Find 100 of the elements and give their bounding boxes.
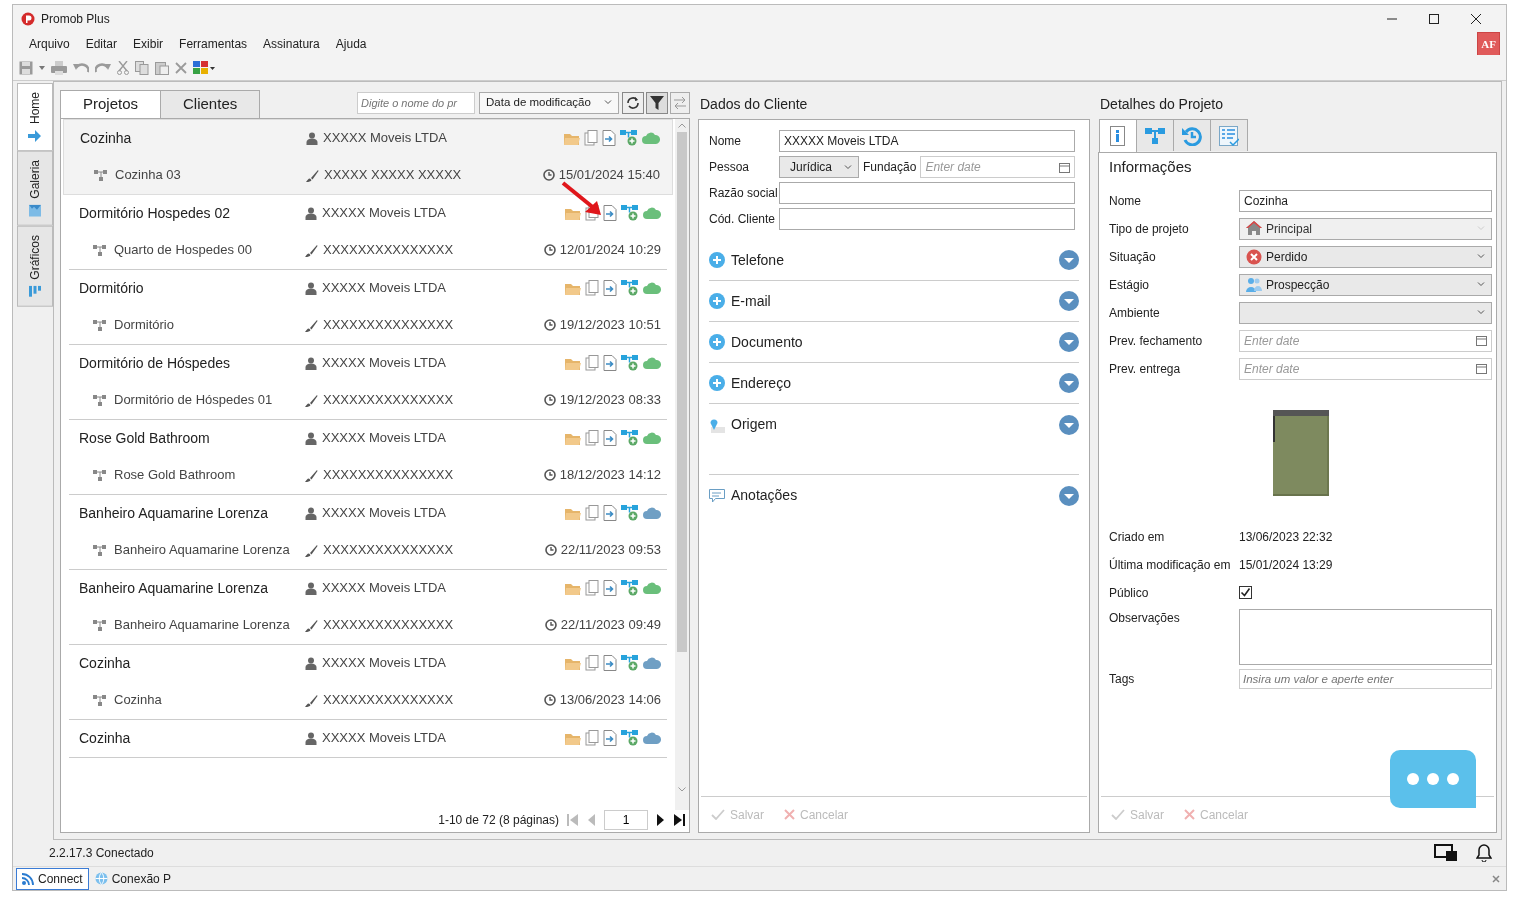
branch-add-icon[interactable]	[620, 130, 638, 146]
export-icon[interactable]	[603, 505, 617, 521]
export-icon[interactable]	[603, 280, 617, 296]
project-item[interactable]: Banheiro Aquamarine Lorenza XXXXX Moveis LTDA Banheiro Aquamarine Lorenza XXXXXXXXXXXXXXX 22/11/2023 09:49	[69, 569, 667, 645]
add-icon[interactable]	[709, 334, 725, 350]
save-icon[interactable]	[19, 60, 33, 75]
export-icon[interactable]	[603, 655, 617, 671]
branch-add-icon[interactable]	[621, 280, 639, 296]
menu-item[interactable]: Assinatura	[255, 33, 328, 55]
cloud-icon[interactable]	[643, 507, 661, 519]
cloud-icon[interactable]	[643, 207, 661, 219]
project-item[interactable]: Cozinha XXXXX Moveis LTDA Cozinha XXXXXXXXXXXXXXX 13/06/2023 14:06	[69, 644, 667, 720]
search-field[interactable]: Digite o nome do pr	[357, 91, 475, 114]
copy-icon[interactable]	[585, 355, 599, 371]
scroll-up-icon[interactable]	[678, 122, 686, 128]
paste-icon[interactable]	[155, 60, 169, 75]
copy-icon[interactable]	[584, 130, 598, 146]
copy-icon[interactable]	[585, 430, 599, 446]
folder-icon[interactable]	[565, 731, 581, 745]
cloud-icon[interactable]	[643, 282, 661, 294]
refresh-button[interactable]	[622, 91, 644, 114]
copy-icon[interactable]	[585, 730, 599, 746]
caret-icon[interactable]	[39, 65, 45, 70]
folder-icon[interactable]	[565, 431, 581, 445]
cut-icon[interactable]	[117, 60, 129, 75]
tags-field[interactable]: Insira um valor e aperte enter	[1239, 668, 1492, 689]
maximize-icon[interactable]	[1428, 13, 1440, 25]
last-page-icon[interactable]	[673, 814, 685, 826]
expand-icon[interactable]	[1059, 485, 1079, 506]
close-icon[interactable]	[1470, 13, 1482, 25]
copy-icon[interactable]	[135, 60, 149, 75]
bottom-tab[interactable]: Connect	[16, 867, 89, 890]
cloud-icon[interactable]	[643, 582, 661, 594]
add-icon[interactable]	[709, 293, 725, 309]
copy-icon[interactable]	[585, 655, 599, 671]
redo-icon[interactable]	[95, 61, 111, 74]
side-tab[interactable]: Galeria	[17, 151, 53, 226]
branch-add-icon[interactable]	[621, 655, 639, 671]
branch-add-icon[interactable]	[621, 355, 639, 371]
branch-add-icon[interactable]	[621, 580, 639, 596]
dropdown[interactable]: Prospecção	[1239, 273, 1492, 296]
cloud-icon[interactable]	[643, 432, 661, 444]
project-item[interactable]: Cozinha XXXXX Moveis LTDA Cozinha 03 XXXXX XXXXX XXXXX 15/01/2024 15:40	[63, 118, 673, 195]
copy-icon[interactable]	[585, 280, 599, 296]
menu-item[interactable]: Ajuda	[327, 33, 375, 55]
copy-icon[interactable]	[585, 580, 599, 596]
menu-item[interactable]: Ferramentas	[171, 33, 256, 55]
chat-button[interactable]	[1390, 750, 1476, 808]
tab[interactable]: Projetos	[60, 90, 162, 118]
print-icon[interactable]	[51, 60, 67, 75]
menu-item[interactable]: Editar	[77, 33, 126, 55]
menu-item[interactable]: Exibir	[125, 33, 172, 55]
panel-tab[interactable]	[1210, 119, 1248, 151]
export-icon[interactable]	[603, 430, 617, 446]
first-page-icon[interactable]	[567, 814, 579, 826]
text-field[interactable]: Cozinha	[1239, 189, 1492, 212]
menu-item[interactable]: Arquivo	[21, 33, 78, 55]
add-icon[interactable]	[709, 252, 725, 268]
expand-icon[interactable]	[1059, 332, 1079, 352]
tab[interactable]: Clientes	[160, 90, 261, 118]
branch-add-icon[interactable]	[621, 505, 639, 521]
previous-page-icon[interactable]	[587, 814, 596, 826]
folder-icon[interactable]	[565, 356, 581, 370]
folder-icon[interactable]	[565, 581, 581, 595]
text-field[interactable]	[779, 182, 1075, 204]
expand-icon[interactable]	[1059, 250, 1079, 270]
project-item[interactable]: Dormitório Hospedes 02 XXXXX Moveis LTDA Quarto de Hospedes 00 XXXXXXXXXXXXXXX 12/01/2024 10:29	[69, 194, 667, 270]
project-item[interactable]: Rose Gold Bathroom XXXXX Moveis LTDA Rose Gold Bathroom XXXXXXXXXXXXXXX 18/12/2023 14:12	[69, 419, 667, 495]
branch-add-icon[interactable]	[621, 430, 639, 446]
filter-button[interactable]	[646, 91, 668, 114]
notes-field[interactable]	[1239, 608, 1492, 665]
page-field[interactable]: 1	[604, 810, 648, 830]
cloud-icon[interactable]	[643, 657, 661, 669]
scrollbar-thumb[interactable]	[677, 131, 687, 652]
panel-tab[interactable]	[1173, 119, 1211, 151]
branch-add-icon[interactable]	[621, 730, 639, 746]
expand-icon[interactable]	[1059, 414, 1079, 435]
undo-icon[interactable]	[73, 61, 89, 74]
folder-icon[interactable]	[565, 506, 581, 520]
export-icon[interactable]	[603, 580, 617, 596]
cloud-icon[interactable]	[642, 132, 660, 144]
cloud-icon[interactable]	[643, 357, 661, 369]
project-item[interactable]: Cozinha XXXXX Moveis LTDA	[69, 719, 667, 758]
notification-icon[interactable]	[1476, 844, 1492, 862]
dropdown[interactable]: Perdido	[1239, 245, 1492, 268]
screens-icon[interactable]	[1434, 844, 1458, 862]
dropdown[interactable]	[1239, 301, 1492, 324]
checkbox[interactable]	[1239, 586, 1252, 599]
folder-icon[interactable]	[565, 281, 581, 295]
type-dropdown[interactable]: Jurídica	[779, 156, 859, 178]
export-icon[interactable]	[603, 205, 617, 221]
next-page-icon[interactable]	[656, 814, 665, 826]
branch-add-icon[interactable]	[621, 205, 639, 221]
side-tab[interactable]: Gráficos	[17, 225, 53, 307]
copy-icon[interactable]	[585, 505, 599, 521]
expand-icon[interactable]	[1059, 291, 1079, 311]
text-field[interactable]	[779, 208, 1075, 230]
cloud-icon[interactable]	[643, 732, 661, 744]
panel-tab[interactable]	[1099, 119, 1137, 152]
export-icon[interactable]	[603, 355, 617, 371]
